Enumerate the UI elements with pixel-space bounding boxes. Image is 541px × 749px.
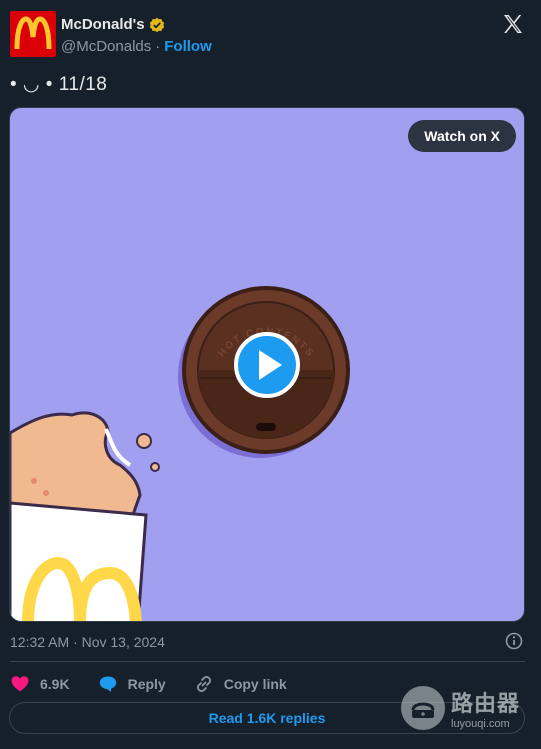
reply-label: Reply	[127, 676, 166, 692]
watch-on-x-button[interactable]: Watch on X	[408, 120, 516, 152]
separator: ·	[155, 38, 161, 55]
reply-bubble-icon	[99, 676, 116, 692]
tweet-text: • ◡ • 11/18	[10, 74, 108, 95]
router-logo-icon	[401, 686, 445, 730]
info-icon[interactable]	[505, 632, 523, 650]
link-icon	[196, 676, 211, 692]
watermark-text: 路由器	[451, 691, 521, 716]
nugget-illustration	[10, 411, 160, 621]
handle[interactable]: @McDonalds	[61, 38, 151, 55]
mcdonalds-avatar[interactable]	[10, 11, 56, 57]
x-logo-icon[interactable]	[501, 12, 525, 36]
follow-button[interactable]: Follow	[164, 38, 212, 55]
author-name-row: McDonald's	[61, 16, 165, 33]
router-watermark: 路由器 luyouqi.com	[401, 686, 520, 730]
heart-icon	[11, 676, 29, 692]
video-media[interactable]: Watch on X HOT CONTENTS	[9, 107, 525, 622]
like-button[interactable]: 6.9K	[10, 674, 70, 694]
tweet-embed: McDonald's @McDonalds · Follow • ◡ • 11/…	[0, 0, 541, 749]
author-handle-row: @McDonalds · Follow	[61, 38, 212, 55]
verified-badge-icon	[149, 17, 164, 32]
like-count: 6.9K	[40, 676, 70, 692]
copy-link-label: Copy link	[223, 676, 287, 692]
tweet-timestamp[interactable]: 12:32 AM · Nov 13, 2024	[10, 634, 165, 650]
watermark-url: luyouqi.com	[451, 718, 510, 730]
play-button-icon[interactable]	[234, 332, 300, 398]
reply-button[interactable]: Reply	[98, 674, 166, 694]
tweet-actions: 6.9K Reply Copy link	[10, 674, 315, 694]
copy-link-button[interactable]: Copy link	[194, 674, 287, 694]
golden-arches-logo	[14, 16, 52, 50]
display-name[interactable]: McDonald's	[61, 16, 145, 33]
divider	[10, 661, 525, 662]
